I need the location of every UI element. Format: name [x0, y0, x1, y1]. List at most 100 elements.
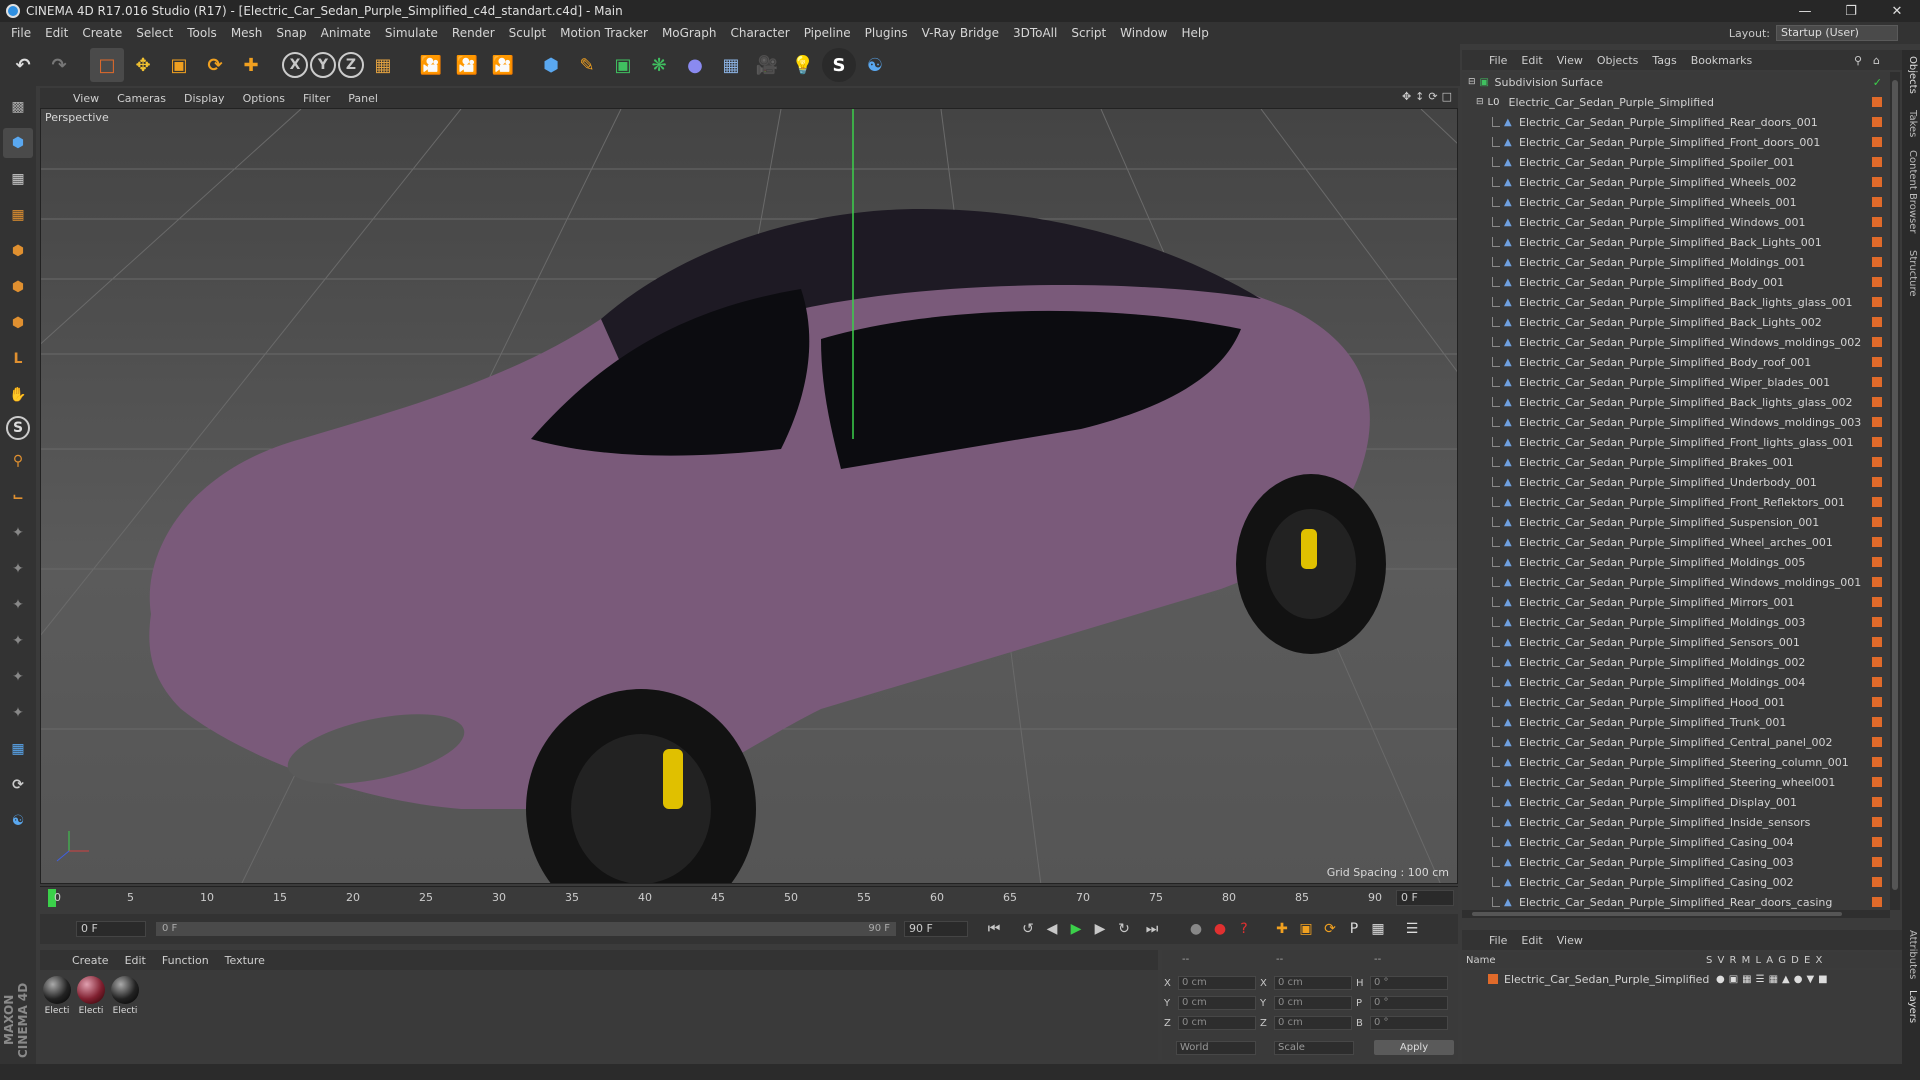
key-scale-icon[interactable]: ▣: [1294, 917, 1318, 941]
material-tag-icon[interactable]: [1872, 397, 1882, 407]
tree-item-object[interactable]: ▲ Electric_Car_Sedan_Purple_Simplified_In…: [1462, 812, 1902, 832]
tree-item-group[interactable]: ⊟ L0 Electric_Car_Sedan_Purple_Simplifie…: [1462, 92, 1902, 112]
menu-create[interactable]: Create: [75, 26, 129, 40]
tree-item-object[interactable]: ▲ Electric_Car_Sedan_Purple_Simplified_Su…: [1462, 512, 1902, 532]
menu-help[interactable]: Help: [1174, 26, 1215, 40]
menu-vray-bridge[interactable]: V-Ray Bridge: [915, 26, 1006, 40]
material-tag-icon[interactable]: [1872, 337, 1882, 347]
redo-icon[interactable]: ↷: [42, 48, 76, 82]
render-picture-viewer-icon[interactable]: 🎦: [450, 48, 484, 82]
tree-item-object[interactable]: ▲ Electric_Car_Sedan_Purple_Simplified_St…: [1462, 752, 1902, 772]
z-axis-lock-icon[interactable]: Z: [338, 52, 364, 78]
record-icon[interactable]: ●: [1208, 917, 1232, 941]
scrollbar-thumb[interactable]: [1892, 80, 1898, 890]
go-to-start-icon[interactable]: ⏮: [982, 917, 1006, 941]
timeline-ruler[interactable]: 0 5 10 15 20 25 30 35 40 45 50 55 60 65 …: [40, 886, 1458, 910]
scale-x-field[interactable]: 0 cm: [1274, 976, 1352, 990]
tree-item-object[interactable]: ▲ Electric_Car_Sedan_Purple_Simplified_Ba…: [1462, 292, 1902, 312]
menu-simulate[interactable]: Simulate: [378, 26, 445, 40]
transform-icon[interactable]: ✚: [234, 48, 268, 82]
material-tag-icon[interactable]: [1872, 477, 1882, 487]
tab-layers[interactable]: Layers: [1904, 990, 1918, 1023]
object-menu-tags[interactable]: Tags: [1645, 54, 1683, 67]
object-menu-file[interactable]: File: [1482, 54, 1514, 67]
object-menu-edit[interactable]: Edit: [1514, 54, 1549, 67]
position-y-field[interactable]: 0 cm: [1178, 996, 1256, 1010]
material-tag-icon[interactable]: [1872, 417, 1882, 427]
live-selection-icon[interactable]: □: [90, 48, 124, 82]
menu-plugins[interactable]: Plugins: [858, 26, 915, 40]
viewport-menu-display[interactable]: Display: [175, 92, 234, 105]
material-tag-icon[interactable]: [1872, 697, 1882, 707]
edges-mode-icon[interactable]: ⬢: [3, 272, 33, 302]
material-tag-icon[interactable]: [1872, 777, 1882, 787]
pan-view-icon[interactable]: ✥: [1402, 90, 1411, 103]
menu-render[interactable]: Render: [445, 26, 502, 40]
scale-dropdown[interactable]: Scale: [1274, 1040, 1354, 1055]
floor-icon[interactable]: ▦: [714, 48, 748, 82]
material-tag-icon[interactable]: [1872, 197, 1882, 207]
viewport-menu-filter[interactable]: Filter: [294, 92, 339, 105]
render-view-icon[interactable]: 🎦: [414, 48, 448, 82]
smooth-tool-icon[interactable]: ✦: [3, 698, 33, 728]
move-icon[interactable]: ✥: [126, 48, 160, 82]
key-param-icon[interactable]: P: [1342, 917, 1366, 941]
tree-item-object[interactable]: ▲ Electric_Car_Sedan_Purple_Simplified_Ca…: [1462, 832, 1902, 852]
material-tag-icon[interactable]: [1872, 857, 1882, 867]
material-tag-icon[interactable]: [1872, 717, 1882, 727]
menu-window[interactable]: Window: [1113, 26, 1174, 40]
material-tag-icon[interactable]: [1872, 517, 1882, 527]
axis-icon[interactable]: ⌙: [3, 482, 33, 512]
material-tag-icon[interactable]: [1872, 237, 1882, 247]
menu-motion-tracker[interactable]: Motion Tracker: [553, 26, 655, 40]
python-icon[interactable]: ☯: [858, 48, 892, 82]
tree-item-object[interactable]: ▲ Electric_Car_Sedan_Purple_Simplified_Fr…: [1462, 132, 1902, 152]
snapping-icon[interactable]: S: [6, 416, 30, 440]
start-frame-field[interactable]: 0 F: [76, 921, 146, 937]
object-menu-view[interactable]: View: [1550, 54, 1590, 67]
material-tag-icon[interactable]: [1872, 157, 1882, 167]
layout-dropdown[interactable]: Startup (User): [1776, 25, 1898, 41]
tree-item-object[interactable]: ▲ Electric_Car_Sedan_Purple_Simplified_Wh…: [1462, 192, 1902, 212]
collapse-icon[interactable]: ⊟: [1468, 77, 1476, 87]
rotate-icon[interactable]: ⟳: [198, 48, 232, 82]
tree-item-object[interactable]: ▲ Electric_Car_Sedan_Purple_Simplified_Re…: [1462, 892, 1902, 910]
material-tag-icon[interactable]: [1872, 657, 1882, 667]
tree-item-object[interactable]: ▲ Electric_Car_Sedan_Purple_Simplified_Wi…: [1462, 572, 1902, 592]
tree-item-subdivision-surface[interactable]: ⊟ ▣ Subdivision Surface ✓: [1462, 72, 1902, 92]
knife-tool-icon[interactable]: ✦: [3, 590, 33, 620]
scrollbar-thumb[interactable]: [1472, 912, 1842, 916]
tree-item-object[interactable]: ▲ Electric_Car_Sedan_Purple_Simplified_Se…: [1462, 632, 1902, 652]
sketch-icon[interactable]: S: [822, 48, 856, 82]
tree-item-object[interactable]: ▲ Electric_Car_Sedan_Purple_Simplified_Ba…: [1462, 392, 1902, 412]
material-tag-icon[interactable]: [1872, 117, 1882, 127]
material-tag-icon[interactable]: [1872, 817, 1882, 827]
render-settings-icon[interactable]: 🎦: [486, 48, 520, 82]
tree-item-object[interactable]: ▲ Electric_Car_Sedan_Purple_Simplified_Mo…: [1462, 672, 1902, 692]
collapse-icon[interactable]: ⊟: [1476, 97, 1484, 107]
tree-item-object[interactable]: ▲ Electric_Car_Sedan_Purple_Simplified_St…: [1462, 772, 1902, 792]
material-tag-icon[interactable]: [1872, 297, 1882, 307]
tree-item-object[interactable]: ▲ Electric_Car_Sedan_Purple_Simplified_Wi…: [1462, 212, 1902, 232]
material-menu-texture[interactable]: Texture: [217, 954, 273, 967]
material-tag-icon[interactable]: [1872, 217, 1882, 227]
menu-mesh[interactable]: Mesh: [224, 26, 270, 40]
scale-z-field[interactable]: 0 cm: [1274, 1016, 1352, 1030]
tab-objects[interactable]: Objects: [1904, 56, 1918, 94]
tree-item-object[interactable]: ▲ Electric_Car_Sedan_Purple_Simplified_Fr…: [1462, 492, 1902, 512]
tree-item-object[interactable]: ▲ Electric_Car_Sedan_Purple_Simplified_Ho…: [1462, 692, 1902, 712]
brush-tool-icon[interactable]: ✦: [3, 518, 33, 548]
tree-item-object[interactable]: ▲ Electric_Car_Sedan_Purple_Simplified_Ba…: [1462, 312, 1902, 332]
tree-item-object[interactable]: ▲ Electric_Car_Sedan_Purple_Simplified_Mi…: [1462, 592, 1902, 612]
home-icon[interactable]: ⌂: [1873, 54, 1880, 67]
material-tag-icon[interactable]: [1872, 317, 1882, 327]
lasso-tool-icon[interactable]: ✦: [3, 662, 33, 692]
material-tag-icon[interactable]: [1872, 257, 1882, 267]
material-menu-create[interactable]: Create: [64, 954, 117, 967]
maximize-view-icon[interactable]: □: [1442, 90, 1452, 103]
material-tag-icon[interactable]: [1872, 637, 1882, 647]
menu-sculpt[interactable]: Sculpt: [502, 26, 553, 40]
minimize-icon[interactable]: —: [1782, 0, 1828, 22]
previous-key-icon[interactable]: ↺: [1016, 917, 1040, 941]
object-menu-objects[interactable]: Objects: [1590, 54, 1646, 67]
